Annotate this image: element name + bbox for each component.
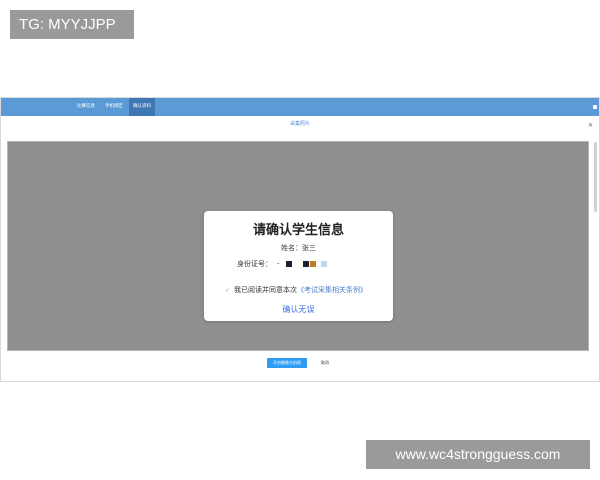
- top-nav-bar: 比赛信息 手机绑定 确认资料: [1, 98, 599, 116]
- dialog-title: 采集照片: [289, 121, 310, 127]
- nav-item-confirm-info[interactable]: 确认资料: [129, 98, 155, 116]
- id-redaction-block: [320, 261, 327, 267]
- watermark-site: www.wc4strongguess.com: [366, 440, 590, 469]
- confirm-button[interactable]: 确认无误: [204, 304, 393, 315]
- name-label: 姓名：: [281, 244, 302, 252]
- nav-item-phone-binding[interactable]: 手机绑定: [101, 98, 127, 116]
- id-label: 身份证号：: [237, 260, 272, 268]
- id-redaction-block: [302, 261, 309, 267]
- window-control-icon[interactable]: [593, 105, 597, 109]
- scrollbar[interactable]: [594, 142, 597, 212]
- watermark-tag: TG: MYYJJPP: [10, 10, 134, 39]
- app-window: 比赛信息 手机绑定 确认资料 采集照片 ✕ 请确认学生信息 姓名：张三 身份证号…: [0, 97, 600, 382]
- agreement-link[interactable]: 《考试采集相关条例》: [297, 285, 367, 295]
- id-redaction-block: [285, 261, 292, 267]
- close-icon[interactable]: ✕: [588, 122, 593, 129]
- agreement-text: 我已阅读并同意本次: [234, 286, 298, 294]
- card-title: 请确认学生信息: [252, 223, 344, 238]
- agreement-row[interactable]: ✓ 我已阅读并同意本次 《考试采集相关条例》: [225, 285, 367, 295]
- confirm-info-card: 请确认学生信息 姓名：张三 身份证号： - ✓ 我已阅读并同意本次 《考试采集相…: [204, 211, 393, 321]
- student-name-row: 姓名：张三: [204, 243, 393, 253]
- name-value: 张三: [302, 244, 316, 252]
- camera-preview: 请确认学生信息 姓名：张三 身份证号： - ✓ 我已阅读并同意本次 《考试采集相…: [7, 141, 589, 351]
- id-redaction-block: [309, 261, 316, 267]
- open-camera-button[interactable]: 开启摄像头拍照: [267, 358, 307, 368]
- id-number-row: 身份证号： -: [237, 259, 328, 269]
- cancel-button[interactable]: 取消: [317, 358, 333, 368]
- checkbox-icon[interactable]: ✓: [225, 287, 230, 294]
- nav-item-match-info[interactable]: 比赛信息: [73, 98, 99, 116]
- id-dash: -: [277, 260, 280, 268]
- dialog-footer: 开启摄像头拍照 取消: [1, 356, 599, 370]
- top-nav: 比赛信息 手机绑定 确认资料: [73, 98, 157, 116]
